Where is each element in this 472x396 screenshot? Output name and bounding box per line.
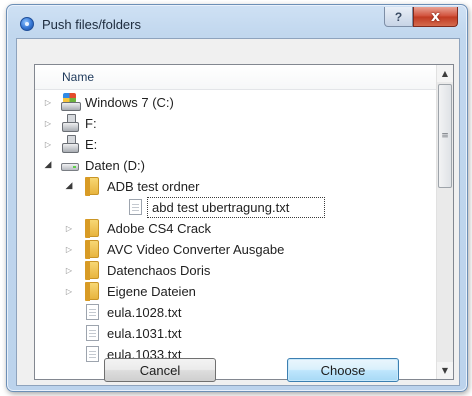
dialog-body: Name ▷ Windows 7 (C:) ▷ F: ▷ E: ◢ Daten … (16, 38, 460, 386)
choose-button[interactable]: Choose (287, 358, 399, 382)
tree-item-adobe-cs4-crack[interactable]: ▷ Adobe CS4 Crack (35, 218, 439, 239)
window-title: Push files/folders (42, 17, 141, 32)
tree-item-e[interactable]: ▷ E: (35, 134, 439, 155)
file-icon (86, 325, 99, 341)
title-bar[interactable]: Push files/folders ? x (7, 5, 467, 39)
tree-item-label: eula.1028.txt (107, 305, 182, 320)
push-files-dialog: Push files/folders ? x Name ▷ Windows 7 … (6, 4, 468, 392)
tree-item-label: abd test ubertragung.txt (152, 200, 290, 215)
expand-arrow-icon[interactable]: ▷ (43, 96, 53, 108)
name-column-header[interactable]: Name (35, 65, 439, 90)
file-icon (86, 304, 99, 320)
scrollbar-thumb[interactable]: ≡ (438, 84, 452, 188)
folder-icon (85, 177, 99, 196)
tree-item-label: F: (85, 116, 97, 131)
tree-item-abd-test-ubertragung[interactable]: abd test ubertragung.txt (35, 197, 439, 218)
tree-item-label: Adobe CS4 Crack (107, 221, 212, 236)
folder-icon (85, 219, 99, 238)
tree-item-label: E: (85, 137, 98, 152)
file-icon (86, 346, 99, 362)
collapse-arrow-icon[interactable]: ◢ (64, 180, 74, 192)
tree-item-label: eula.1031.txt (107, 326, 182, 341)
folder-icon (85, 282, 99, 301)
tree-item-label: Eigene Dateien (107, 284, 196, 299)
tree-item-eula-1028[interactable]: eula.1028.txt (35, 302, 439, 323)
tree-item-daten-d[interactable]: ◢ Daten (D:) (35, 155, 439, 176)
close-button[interactable]: x (413, 7, 458, 27)
help-button[interactable]: ? (384, 7, 413, 27)
vertical-scrollbar[interactable]: ▲ ≡ ▼ (436, 65, 453, 379)
tree-item-label: Windows 7 (C:) (85, 95, 174, 110)
app-icon (20, 17, 34, 31)
expand-arrow-icon[interactable]: ▷ (64, 222, 74, 234)
folder-tree[interactable]: Name ▷ Windows 7 (C:) ▷ F: ▷ E: ◢ Daten … (34, 64, 454, 380)
folder-icon (85, 261, 99, 280)
tree-item-eigene-dateien[interactable]: ▷ Eigene Dateien (35, 281, 439, 302)
expand-arrow-icon[interactable]: ▷ (64, 285, 74, 297)
thumb-grip-icon: ≡ (441, 131, 449, 141)
windows-drive-icon (61, 93, 81, 111)
tree-item-label: ADB test ordner (107, 179, 200, 194)
tree-item-datenchaos-doris[interactable]: ▷ Datenchaos Doris (35, 260, 439, 281)
tree-item-label: Daten (D:) (85, 158, 145, 173)
usb-drive-icon (61, 135, 79, 153)
cancel-button[interactable]: Cancel (104, 358, 216, 382)
tree-item-windows7-c[interactable]: ▷ Windows 7 (C:) (35, 92, 439, 113)
screen: Push files/folders ? x Name ▷ Windows 7 … (0, 0, 472, 396)
tree-item-adb-test-ordner[interactable]: ◢ ADB test ordner (35, 176, 439, 197)
expand-arrow-icon[interactable]: ▷ (43, 117, 53, 129)
collapse-arrow-icon[interactable]: ◢ (43, 159, 53, 171)
scroll-up-arrow-icon[interactable]: ▲ (437, 65, 453, 82)
expand-arrow-icon[interactable]: ▷ (43, 138, 53, 150)
column-header-label: Name (62, 70, 95, 84)
hard-drive-icon (61, 163, 79, 171)
expand-arrow-icon[interactable]: ▷ (64, 243, 74, 255)
file-icon (129, 199, 142, 215)
scroll-down-arrow-icon[interactable]: ▼ (437, 362, 453, 379)
tree-item-label: Datenchaos Doris (107, 263, 211, 278)
folder-icon (85, 240, 99, 259)
tree-item-label: AVC Video Converter Ausgabe (107, 242, 285, 257)
tree-rows: ▷ Windows 7 (C:) ▷ F: ▷ E: ◢ Daten (D:) … (35, 92, 439, 365)
expand-arrow-icon[interactable]: ▷ (64, 264, 74, 276)
tree-item-avc-video-converter[interactable]: ▷ AVC Video Converter Ausgabe (35, 239, 439, 260)
usb-drive-icon (61, 114, 79, 132)
tree-item-f[interactable]: ▷ F: (35, 113, 439, 134)
tree-item-eula-1031[interactable]: eula.1031.txt (35, 323, 439, 344)
